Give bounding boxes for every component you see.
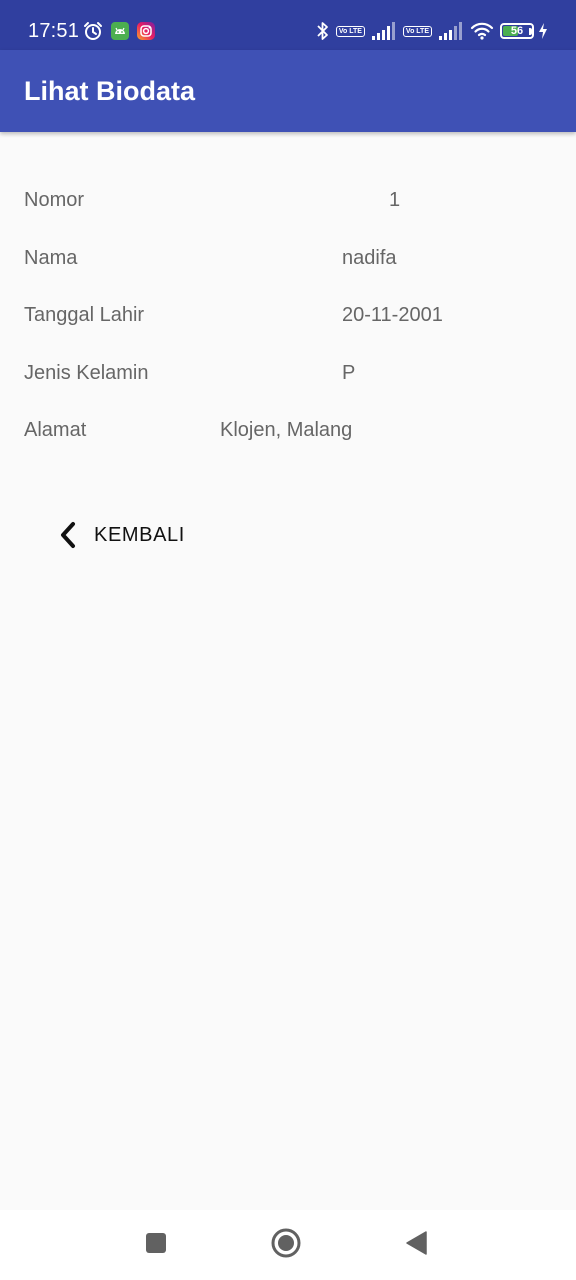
bluetooth-icon bbox=[316, 20, 330, 42]
value-nama: nadifa bbox=[342, 247, 397, 269]
instagram-icon bbox=[136, 21, 156, 41]
page-title: Lihat Biodata bbox=[24, 76, 196, 106]
chevron-left-icon bbox=[54, 521, 82, 549]
label-alamat: Alamat bbox=[24, 419, 87, 441]
status-bar: 17:51 Vo LTE Vo LTE 56 bbox=[0, 0, 576, 50]
label-jenis-kelamin: Jenis Kelamin bbox=[24, 362, 149, 384]
signal-icon bbox=[371, 21, 397, 41]
alarm-icon bbox=[82, 20, 104, 42]
status-time: 17:51 bbox=[28, 20, 80, 42]
home-icon bbox=[270, 1227, 302, 1264]
android-notification-icon bbox=[110, 21, 130, 41]
label-nama: Nama bbox=[24, 247, 78, 269]
status-system-icons: Vo LTE Vo LTE 56 bbox=[316, 19, 548, 43]
volte-icon: Vo LTE bbox=[402, 25, 432, 37]
kembali-button[interactable]: KEMBALI bbox=[44, 508, 204, 562]
battery-level: 56 bbox=[510, 25, 524, 37]
signal-icon bbox=[438, 21, 464, 41]
battery-icon: 56 bbox=[500, 23, 534, 39]
system-nav-bar bbox=[0, 1210, 576, 1280]
back-icon bbox=[404, 1230, 428, 1261]
value-nomor: 1 bbox=[389, 189, 401, 211]
value-jenis-kelamin: P bbox=[342, 362, 356, 384]
status-notification-icons bbox=[82, 19, 156, 43]
back-nav-button[interactable] bbox=[398, 1227, 434, 1263]
label-nomor: Nomor bbox=[24, 189, 85, 211]
kembali-button-label: KEMBALI bbox=[94, 524, 185, 546]
recent-apps-icon bbox=[144, 1231, 168, 1260]
value-tanggal-lahir: 20-11-2001 bbox=[342, 304, 443, 326]
value-alamat: Klojen, Malang bbox=[220, 419, 353, 441]
recent-apps-button[interactable] bbox=[138, 1227, 174, 1263]
volte-icon: Vo LTE bbox=[335, 25, 365, 37]
app-bar: Lihat Biodata bbox=[0, 50, 576, 132]
home-button[interactable] bbox=[268, 1227, 304, 1263]
label-tanggal-lahir: Tanggal Lahir bbox=[24, 304, 145, 326]
charging-icon bbox=[538, 22, 548, 40]
wifi-icon bbox=[470, 21, 494, 41]
